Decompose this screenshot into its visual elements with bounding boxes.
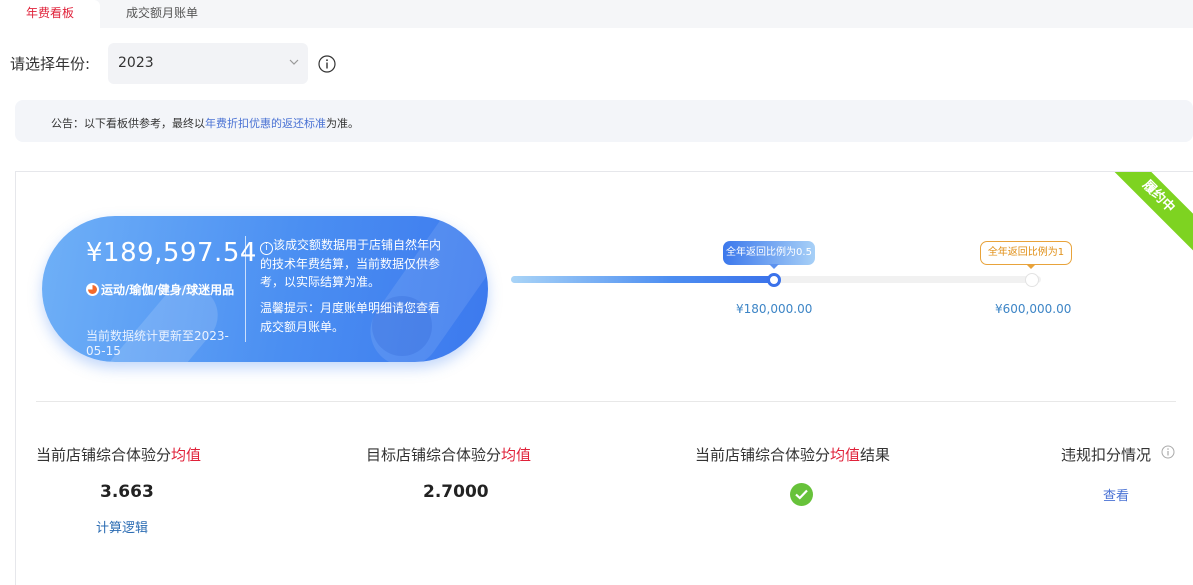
tab-annual-fee-board[interactable]: 年费看板 xyxy=(0,0,100,28)
view-violations-link[interactable]: 查看 xyxy=(1103,485,1129,504)
data-description: i 该成交额数据用于店铺自然年内的技术年费结算，当前数据仅供参考，以实际结算为准。 xyxy=(260,236,450,291)
monthly-bill-hint: 温馨提示：月度账单明细请您查看成交额月账单。 xyxy=(260,301,441,334)
divider xyxy=(36,401,1176,402)
target-score-title: 目标店铺综合体验分均值 xyxy=(366,446,532,464)
info-icon[interactable] xyxy=(318,55,336,73)
current-score-value: 3.663 xyxy=(100,482,154,502)
category-label: 运动/瑜伽/健身/球迷用品 xyxy=(86,281,236,300)
milestone-tip-next: 全年返回比例为1 xyxy=(980,241,1072,269)
category-text: 运动/瑜伽/健身/球迷用品 xyxy=(101,283,235,297)
current-score-title: 当前店铺综合体验分均值 xyxy=(36,446,202,464)
milestone-tip-reached: 全年返回比例为0.5 xyxy=(723,241,815,269)
year-select[interactable]: 2023 xyxy=(108,43,308,84)
update-date: 当前数据统计更新至2023-05-15 xyxy=(86,329,229,358)
info-icon[interactable] xyxy=(1161,445,1175,459)
data-description-text: 该成交额数据用于店铺自然年内的技术年费结算，当前数据仅供参考，以实际结算为准。 xyxy=(260,238,442,289)
sales-amount: ¥189,597.54 xyxy=(86,238,257,268)
year-select-value: 2023 xyxy=(118,55,154,71)
notice-link[interactable]: 年费折扣优惠的返还标准 xyxy=(205,117,326,130)
milestone-amount-2: ¥600,000.00 xyxy=(995,302,1072,316)
notice-prefix: 公告：以下看板供参考，最终以 xyxy=(51,117,205,130)
milestone-dot-reached xyxy=(767,273,781,287)
chevron-down-icon xyxy=(289,59,299,65)
annual-fee-card: 履约中 ¥189,597.54 运动/瑜伽/健身/球迷用品 当前数据统计更新至2… xyxy=(15,171,1193,585)
notice-suffix: 为准。 xyxy=(326,117,359,130)
score-result-title: 当前店铺综合体验分均值结果 xyxy=(695,446,891,464)
year-select-label: 请选择年份: xyxy=(10,55,91,73)
progress-fill xyxy=(511,276,776,283)
milestone-amount-1: ¥180,000.00 xyxy=(736,302,813,316)
target-score-value: 2.7000 xyxy=(423,482,489,502)
check-icon xyxy=(790,483,813,506)
sales-summary-pill: ¥189,597.54 运动/瑜伽/健身/球迷用品 当前数据统计更新至2023-… xyxy=(42,216,488,362)
tab-bar: 年费看板 成交额月账单 xyxy=(0,0,1193,28)
info-icon: i xyxy=(260,242,273,255)
pie-chart-icon xyxy=(86,283,99,296)
tab-monthly-bill[interactable]: 成交额月账单 xyxy=(102,0,222,28)
calculation-logic-link[interactable]: 计算逻辑 xyxy=(96,517,148,536)
status-ribbon: 履约中 xyxy=(1102,172,1193,253)
violation-title: 违规扣分情况 xyxy=(1061,446,1152,464)
milestone-dot-next xyxy=(1025,273,1039,287)
notice-banner: 公告：以下看板供参考，最终以年费折扣优惠的返还标准为准。 xyxy=(15,100,1193,142)
